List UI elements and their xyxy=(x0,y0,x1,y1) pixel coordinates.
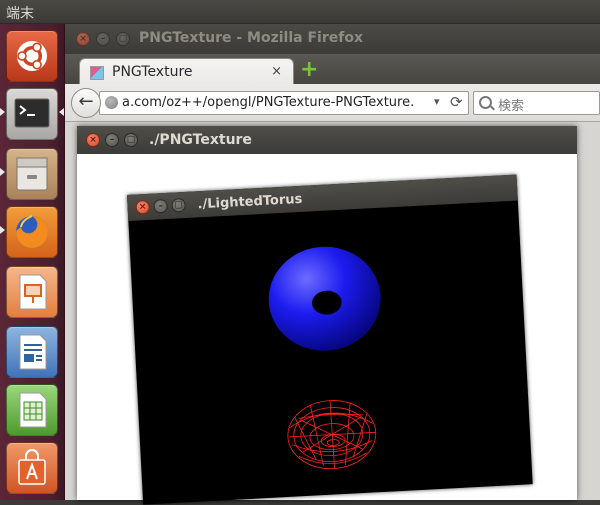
document-icon xyxy=(19,334,47,370)
launcher-calc[interactable] xyxy=(6,384,58,436)
launcher-writer[interactable] xyxy=(6,326,58,378)
active-app-name[interactable]: 端末 xyxy=(6,3,34,23)
ubuntu-logo-icon xyxy=(17,41,47,71)
search-icon xyxy=(479,96,492,109)
launcher-files[interactable] xyxy=(6,148,58,200)
pngtexture-maximize-button[interactable]: □ xyxy=(124,133,138,147)
navigation-toolbar: a.com/oz++/opengl/PNGTexture-PNGTexture.… xyxy=(65,84,600,122)
solid-torus xyxy=(268,246,381,351)
search-placeholder: 検索 xyxy=(498,99,525,114)
firefox-titlebar: × – □ PNGTexture - Mozilla Firefox xyxy=(65,24,600,54)
launcher xyxy=(0,24,65,500)
running-indicator xyxy=(0,226,5,234)
launcher-software-center[interactable] xyxy=(6,442,58,494)
running-indicator xyxy=(0,168,5,176)
launcher-terminal[interactable] xyxy=(6,88,58,140)
launcher-impress[interactable] xyxy=(6,266,58,318)
file-cabinet-icon xyxy=(16,157,48,191)
firefox-icon xyxy=(16,215,48,248)
site-identity-icon[interactable] xyxy=(105,96,118,109)
tab-bar: PNGTexture × + xyxy=(65,54,600,86)
wireframe-torus xyxy=(287,400,377,470)
firefox-maximize-button[interactable]: □ xyxy=(116,32,130,46)
history-dropdown-icon[interactable]: ▾ xyxy=(434,95,440,108)
lightedtorus-window: × – □ ./LightedTorus xyxy=(127,174,533,505)
pngtexture-minimize-button[interactable]: – xyxy=(105,133,119,147)
firefox-close-button[interactable]: × xyxy=(76,32,90,46)
running-indicator xyxy=(0,108,5,116)
search-input[interactable]: 検索 xyxy=(473,91,600,115)
lightedtorus-minimize-button: – xyxy=(153,198,168,214)
reload-icon[interactable]: ⟳ xyxy=(450,93,463,111)
spreadsheet-icon xyxy=(19,392,47,428)
launcher-firefox[interactable] xyxy=(6,206,58,258)
back-button[interactable]: ← xyxy=(71,88,101,118)
tab-pngtexture[interactable]: PNGTexture × xyxy=(79,58,294,86)
pngtexture-titlebar[interactable]: × – □ ./PNGTexture xyxy=(77,126,577,154)
focused-indicator xyxy=(59,108,64,116)
favicon-icon xyxy=(90,66,104,80)
url-bar[interactable]: a.com/oz++/opengl/PNGTexture-PNGTexture.… xyxy=(99,91,469,115)
tab-close-icon[interactable]: × xyxy=(271,64,282,79)
shopping-bag-icon xyxy=(18,449,46,485)
url-text: a.com/oz++/opengl/PNGTexture-PNGTexture. xyxy=(122,95,415,110)
pngtexture-window-title: ./PNGTexture xyxy=(149,132,252,148)
terminal-icon xyxy=(14,98,50,128)
lightedtorus-maximize-button: □ xyxy=(171,197,186,213)
top-panel: 端末 xyxy=(0,0,600,24)
new-tab-button[interactable]: + xyxy=(300,57,318,82)
lightedtorus-close-button: × xyxy=(135,199,151,215)
torus-render xyxy=(268,246,381,470)
firefox-minimize-button[interactable]: – xyxy=(96,32,110,46)
tab-label: PNGTexture xyxy=(112,64,193,80)
lightedtorus-window-title: ./LightedTorus xyxy=(197,191,303,213)
presentation-icon xyxy=(19,274,47,310)
launcher-ubuntu-dash[interactable] xyxy=(6,30,58,82)
firefox-window-title: PNGTexture - Mozilla Firefox xyxy=(139,30,363,46)
pngtexture-close-button[interactable]: × xyxy=(86,133,100,147)
